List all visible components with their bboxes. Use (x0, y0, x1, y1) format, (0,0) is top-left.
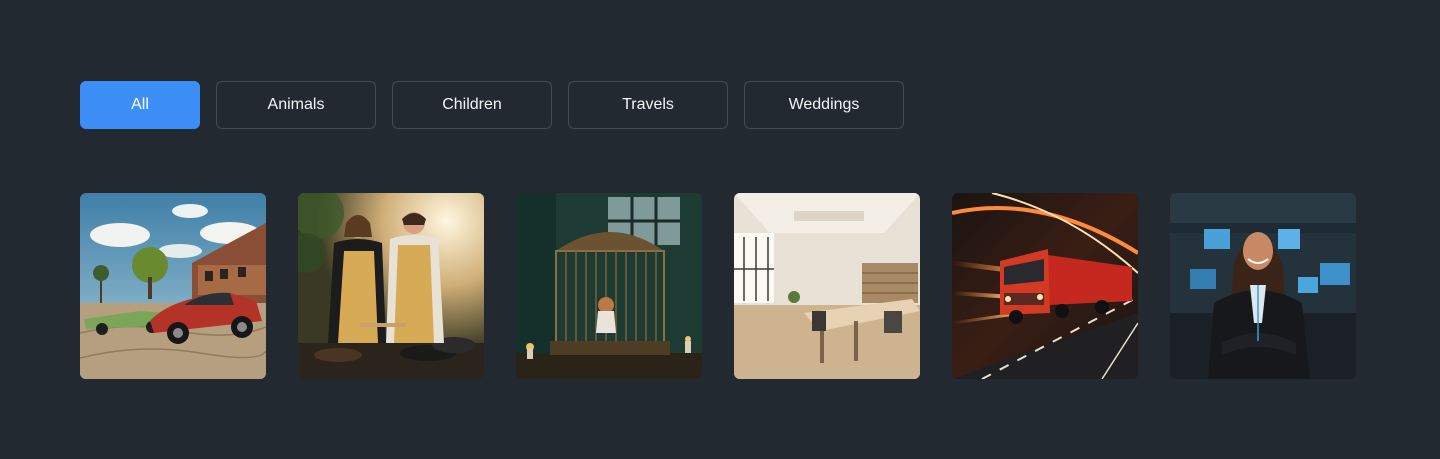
filter-all-button[interactable]: All (80, 81, 200, 129)
filter-bar: All Animals Children Travels Weddings (80, 81, 904, 129)
image-gallery (80, 193, 1356, 379)
gallery-image-vintage-cars[interactable] (80, 193, 266, 379)
gallery-image-businesswoman[interactable] (1170, 193, 1356, 379)
filter-travels-button[interactable]: Travels (568, 81, 728, 129)
gallery-image-red-truck[interactable] (952, 193, 1138, 379)
gallery-image-dog-in-cage[interactable] (516, 193, 702, 379)
gallery-image-office-interior[interactable] (734, 193, 920, 379)
filter-children-button[interactable]: Children (392, 81, 552, 129)
gallery-image-couple-cooking[interactable] (298, 193, 484, 379)
filter-weddings-button[interactable]: Weddings (744, 81, 904, 129)
filter-animals-button[interactable]: Animals (216, 81, 376, 129)
